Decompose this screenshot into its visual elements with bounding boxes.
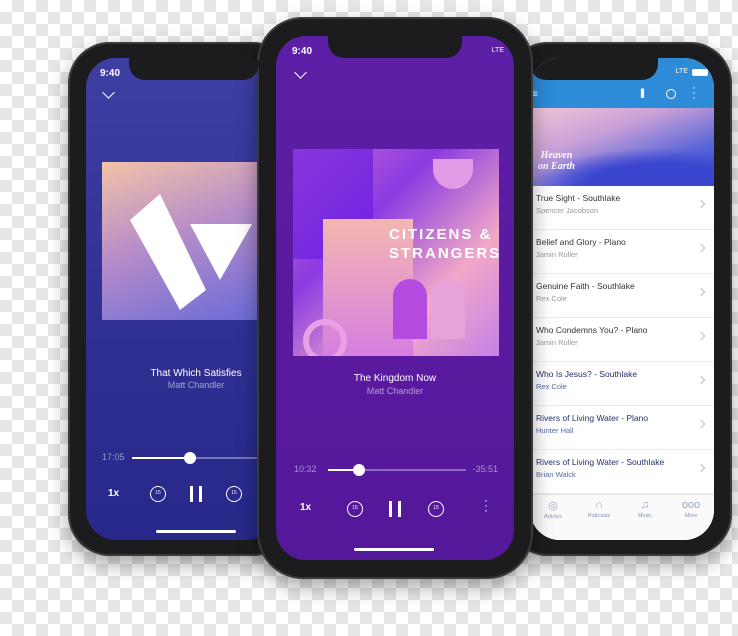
tab-more[interactable]: ooo More	[668, 495, 714, 519]
right-screen: LTE ≡ ||||| · · · Heaven on Earth True Sigh…	[530, 58, 714, 540]
status-time: 9:40	[100, 68, 121, 79]
chevron-right-icon	[696, 199, 706, 209]
signal-lte: LTE	[675, 68, 688, 75]
skip-back-15-icon[interactable]: 15	[347, 501, 363, 517]
left-screen: 9:40 That Which Satisfies Matt Chandler …	[86, 58, 276, 540]
track-title: That Which Satisfies	[150, 368, 242, 379]
tab-bar: ◎ Articles ∩ Podcasts ♫ Music ooo More	[530, 494, 714, 540]
list-item[interactable]: Genuine Faith - Southlake Rex Cole	[530, 274, 714, 318]
speed-button[interactable]: 1x	[300, 502, 311, 513]
home-indicator	[156, 530, 236, 533]
chevron-right-icon	[696, 287, 706, 297]
search-icon[interactable]	[666, 89, 676, 99]
album-title: CITIZENS & STRANGERS	[389, 226, 499, 262]
list-item[interactable]: Who Is Jesus? - Southlake Rex Cole	[530, 362, 714, 406]
remaining-time: -35:51	[472, 464, 498, 474]
elapsed-time: 10:32	[294, 464, 317, 474]
skip-forward-15-icon[interactable]: 15	[226, 486, 242, 502]
right-phone: LTE ≡ ||||| · · · Heaven on Earth True Sigh…	[506, 42, 732, 556]
collapse-chevron-icon[interactable]	[102, 86, 115, 99]
skip-back-15-icon[interactable]: 15	[150, 486, 166, 502]
status-time: 9:40	[292, 46, 313, 57]
list-item[interactable]: Rivers of Living Water - Southlake Brian …	[530, 450, 714, 494]
chevron-right-icon	[696, 419, 706, 429]
track-title: The Kingdom Now	[353, 373, 437, 384]
list-item[interactable]: Who Condemns You? - Plano Jamin Roller	[530, 318, 714, 362]
list-item[interactable]: Rivers of Living Water - Plano Hunter Hal…	[530, 406, 714, 450]
pause-button[interactable]	[389, 501, 401, 517]
chevron-right-icon	[696, 243, 706, 253]
album-art	[102, 162, 260, 320]
elapsed-time: 17:05	[102, 452, 125, 462]
tab-podcasts[interactable]: ∩ Podcasts	[576, 495, 622, 519]
progress-slider[interactable]	[328, 464, 466, 476]
collapse-chevron-icon[interactable]	[294, 66, 307, 79]
banner-title: Heaven on Earth	[538, 150, 575, 172]
equalizer-icon[interactable]: |||||	[640, 88, 645, 99]
track-artist: Matt Chandler	[366, 386, 424, 396]
home-indicator	[354, 548, 434, 551]
center-screen: 9:40 LTE CITIZENS & STRANGERS The Kingdom…	[276, 36, 514, 560]
album-art: CITIZENS & STRANGERS	[293, 149, 499, 356]
progress-slider[interactable]	[132, 452, 276, 464]
more-vertical-icon[interactable]: · · ·	[692, 81, 696, 103]
list-item[interactable]: True Sight - Southlake Spencer Jacobson	[530, 186, 714, 230]
speed-button[interactable]: 1x	[108, 488, 119, 499]
chevron-right-icon	[696, 331, 706, 341]
chat-icon: ◎	[548, 500, 558, 512]
track-artist: Matt Chandler	[167, 380, 225, 390]
banner-heaven-on-earth[interactable]: Heaven on Earth	[530, 108, 714, 186]
more-dots-icon: ooo	[681, 499, 701, 511]
music-note-icon: ♫	[640, 499, 650, 511]
tab-articles[interactable]: ◎ Articles	[530, 495, 576, 520]
chevron-right-icon	[696, 375, 706, 385]
signal-lte: LTE	[491, 47, 504, 54]
headphones-icon: ∩	[595, 499, 603, 511]
more-vertical-icon[interactable]: · · ·	[484, 494, 488, 516]
list-item[interactable]: Belief and Glory - Plano Jamin Roller	[530, 230, 714, 274]
v-logo	[130, 194, 252, 310]
skip-forward-15-icon[interactable]: 15	[428, 501, 444, 517]
chevron-right-icon	[696, 463, 706, 473]
center-phone: 9:40 LTE CITIZENS & STRANGERS The Kingdom…	[257, 17, 533, 579]
tab-music[interactable]: ♫ Music	[622, 495, 668, 519]
pause-button[interactable]	[190, 486, 202, 502]
battery-icon	[692, 69, 708, 76]
